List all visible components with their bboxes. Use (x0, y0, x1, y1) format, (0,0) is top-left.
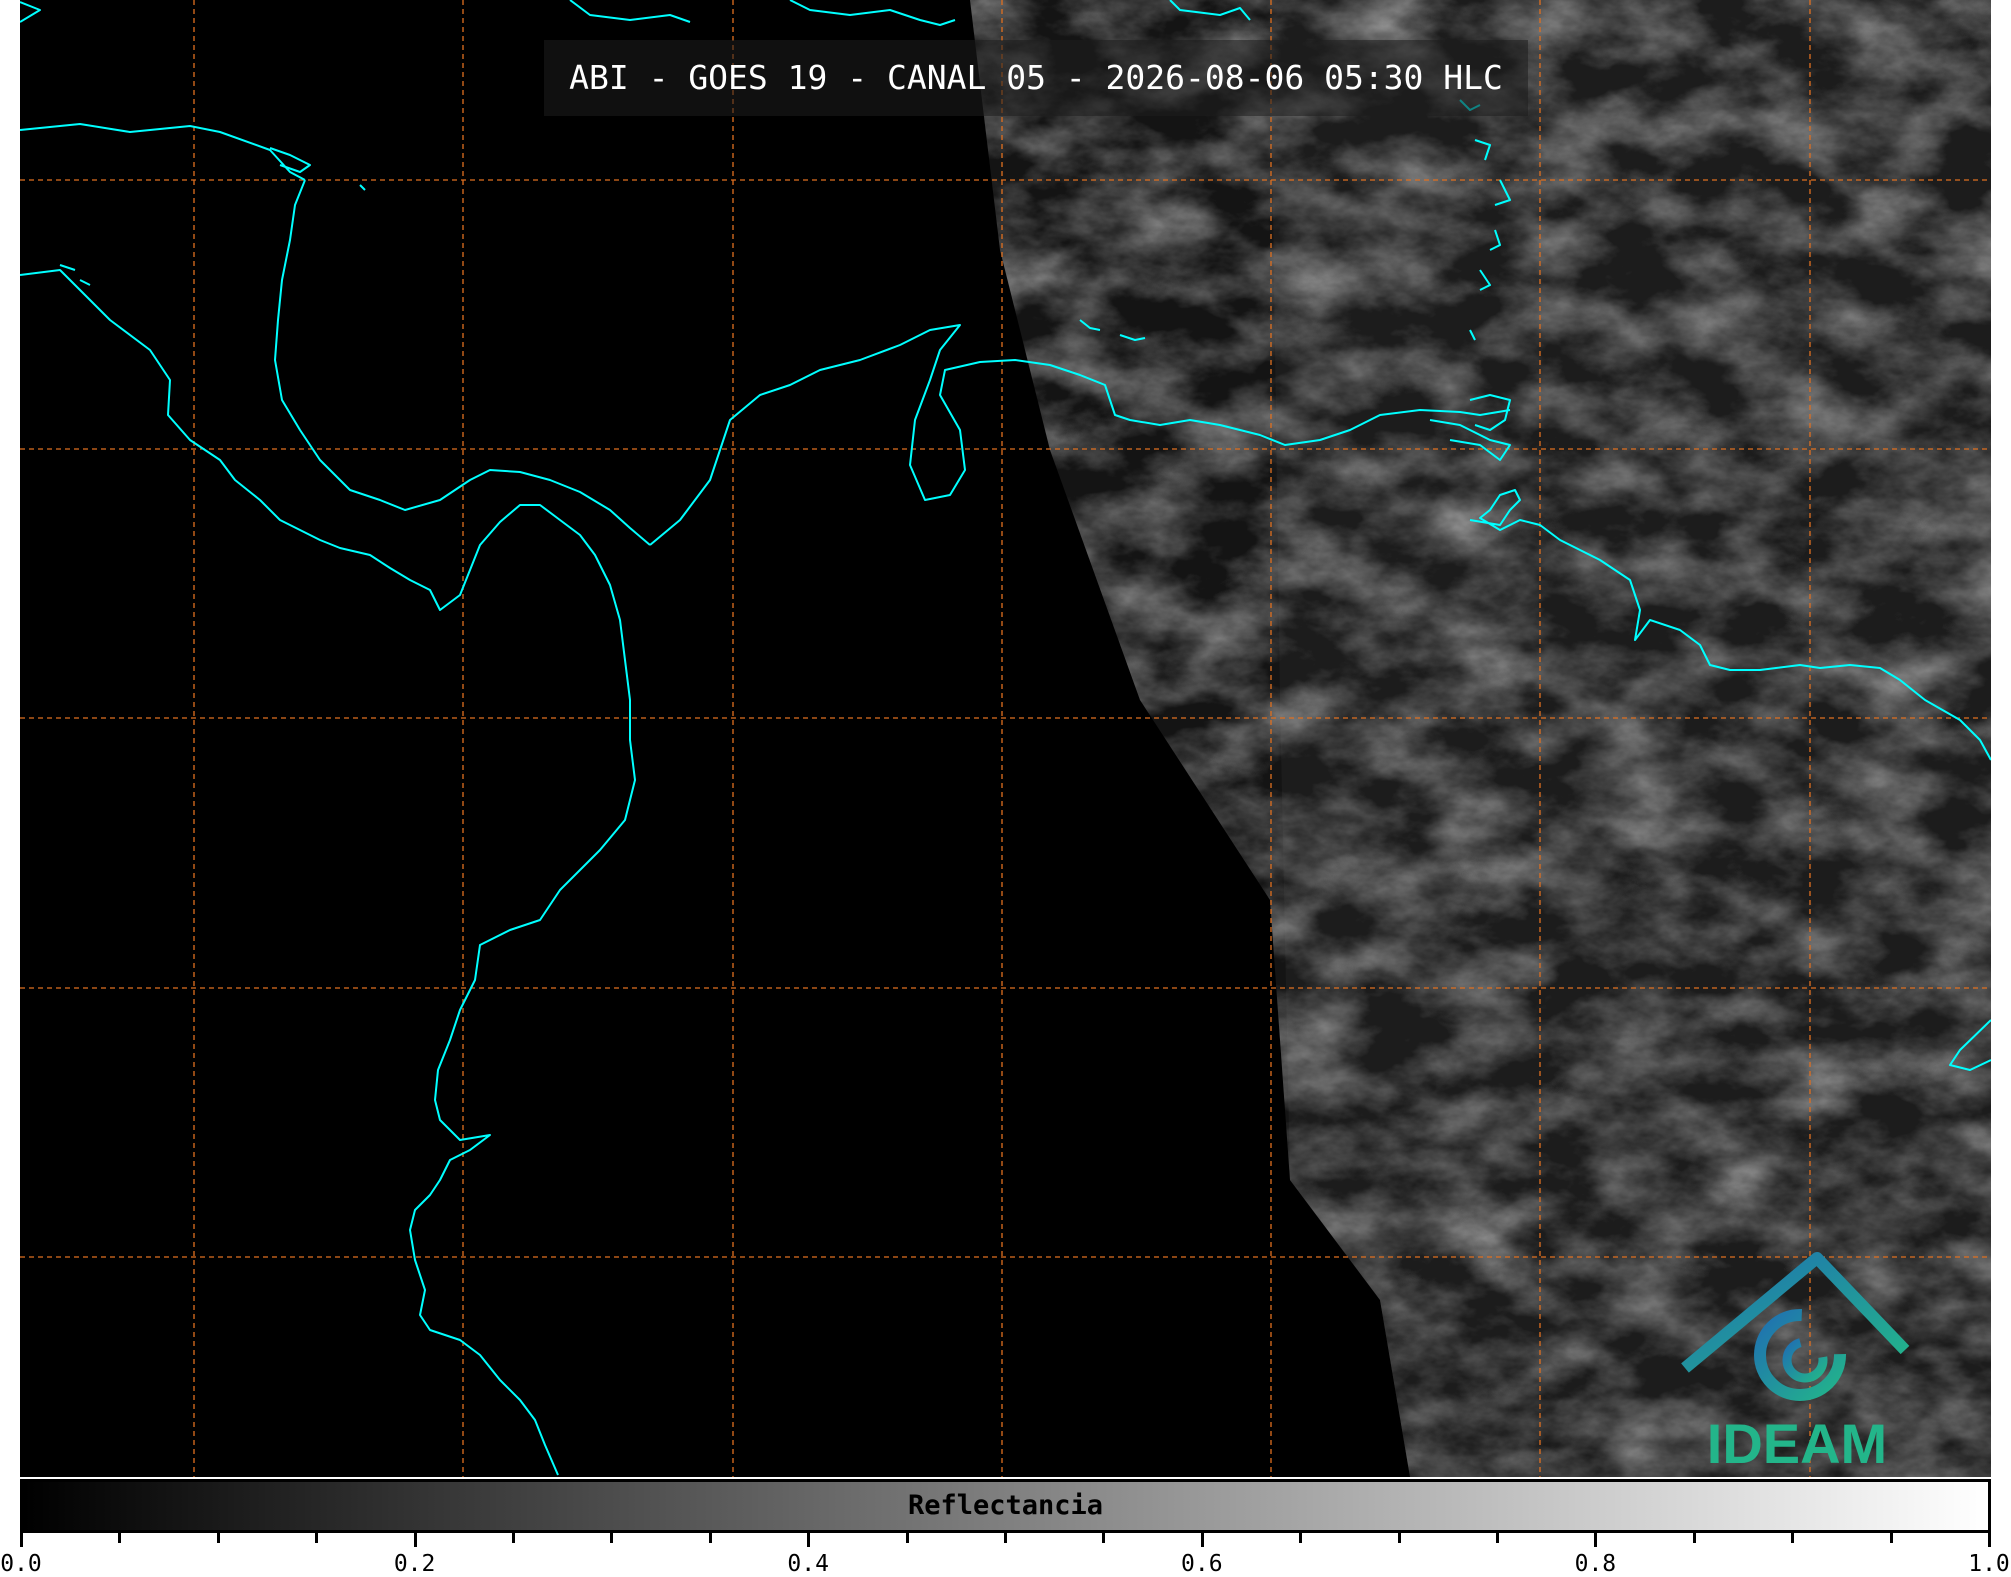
minor-tick (512, 1533, 515, 1543)
minor-tick (1692, 1533, 1696, 1543)
major-tick (1988, 1533, 1991, 1547)
tick-label: 1.0 (1968, 1551, 2010, 1577)
minor-tick (708, 1533, 712, 1543)
reflectance-colorbar: Reflectancia (20, 1479, 1991, 1533)
minor-tick (118, 1533, 122, 1543)
minor-tick (1496, 1533, 1499, 1543)
logo-text: IDEAM (1707, 1412, 1887, 1475)
minor-tick (1004, 1533, 1007, 1543)
major-tick (1200, 1533, 1204, 1547)
minor-tick (1791, 1533, 1795, 1543)
tick-label: 0.2 (393, 1551, 436, 1577)
minor-tick (1889, 1533, 1893, 1543)
major-tick (20, 1533, 23, 1547)
major-tick (807, 1533, 811, 1547)
tick-label: 0.8 (1574, 1551, 1617, 1577)
minor-tick (315, 1533, 319, 1543)
colorbar-label: Reflectancia (907, 1490, 1104, 1521)
minor-tick (1299, 1533, 1303, 1543)
major-tick (413, 1533, 417, 1547)
minor-tick (610, 1533, 614, 1543)
tick-label: 0.4 (787, 1551, 829, 1577)
map-title: ABI - GOES 19 - CANAL 05 - 2026-08-06 05… (544, 40, 1528, 116)
minor-tick (905, 1533, 909, 1543)
tick-label: 0.0 (0, 1551, 42, 1577)
minor-tick (1397, 1533, 1401, 1543)
colorbar-ticks: 0.0 0.2 0.4 0.6 0.8 1.0 (0, 1533, 2011, 1577)
tick-label: 0.6 (1181, 1551, 1223, 1577)
satellite-map[interactable]: IDEAM (20, 0, 1991, 1477)
minor-tick (216, 1533, 220, 1543)
minor-tick (1102, 1533, 1106, 1543)
major-tick (1594, 1533, 1598, 1547)
